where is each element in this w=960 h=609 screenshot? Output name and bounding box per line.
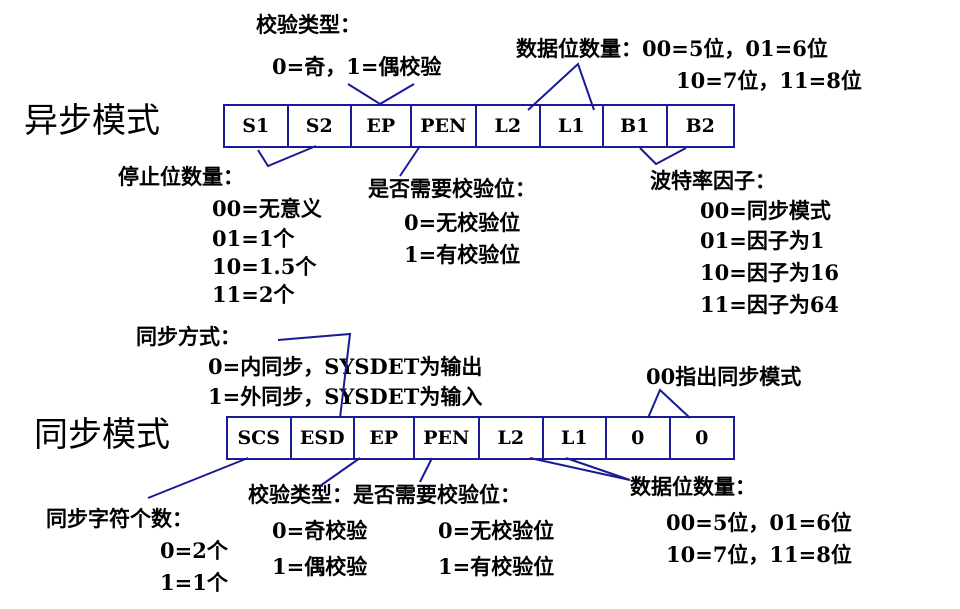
diagram-canvas: 校验类型： 0=奇，1=偶校验 数据位数量：00=5位，01=6位 10=7位，… [0,0,960,609]
connector-line [419,457,433,483]
connector-line [319,457,361,487]
connector-line [527,62,595,111]
connector-lines [147,62,691,499]
connector-line [647,388,691,419]
connector-line [529,457,631,481]
connector-line [257,145,317,168]
connector-line [277,332,352,419]
connector-line [639,147,687,166]
connector-line [399,145,421,177]
connector-line [147,457,249,499]
connector-line [347,83,415,106]
